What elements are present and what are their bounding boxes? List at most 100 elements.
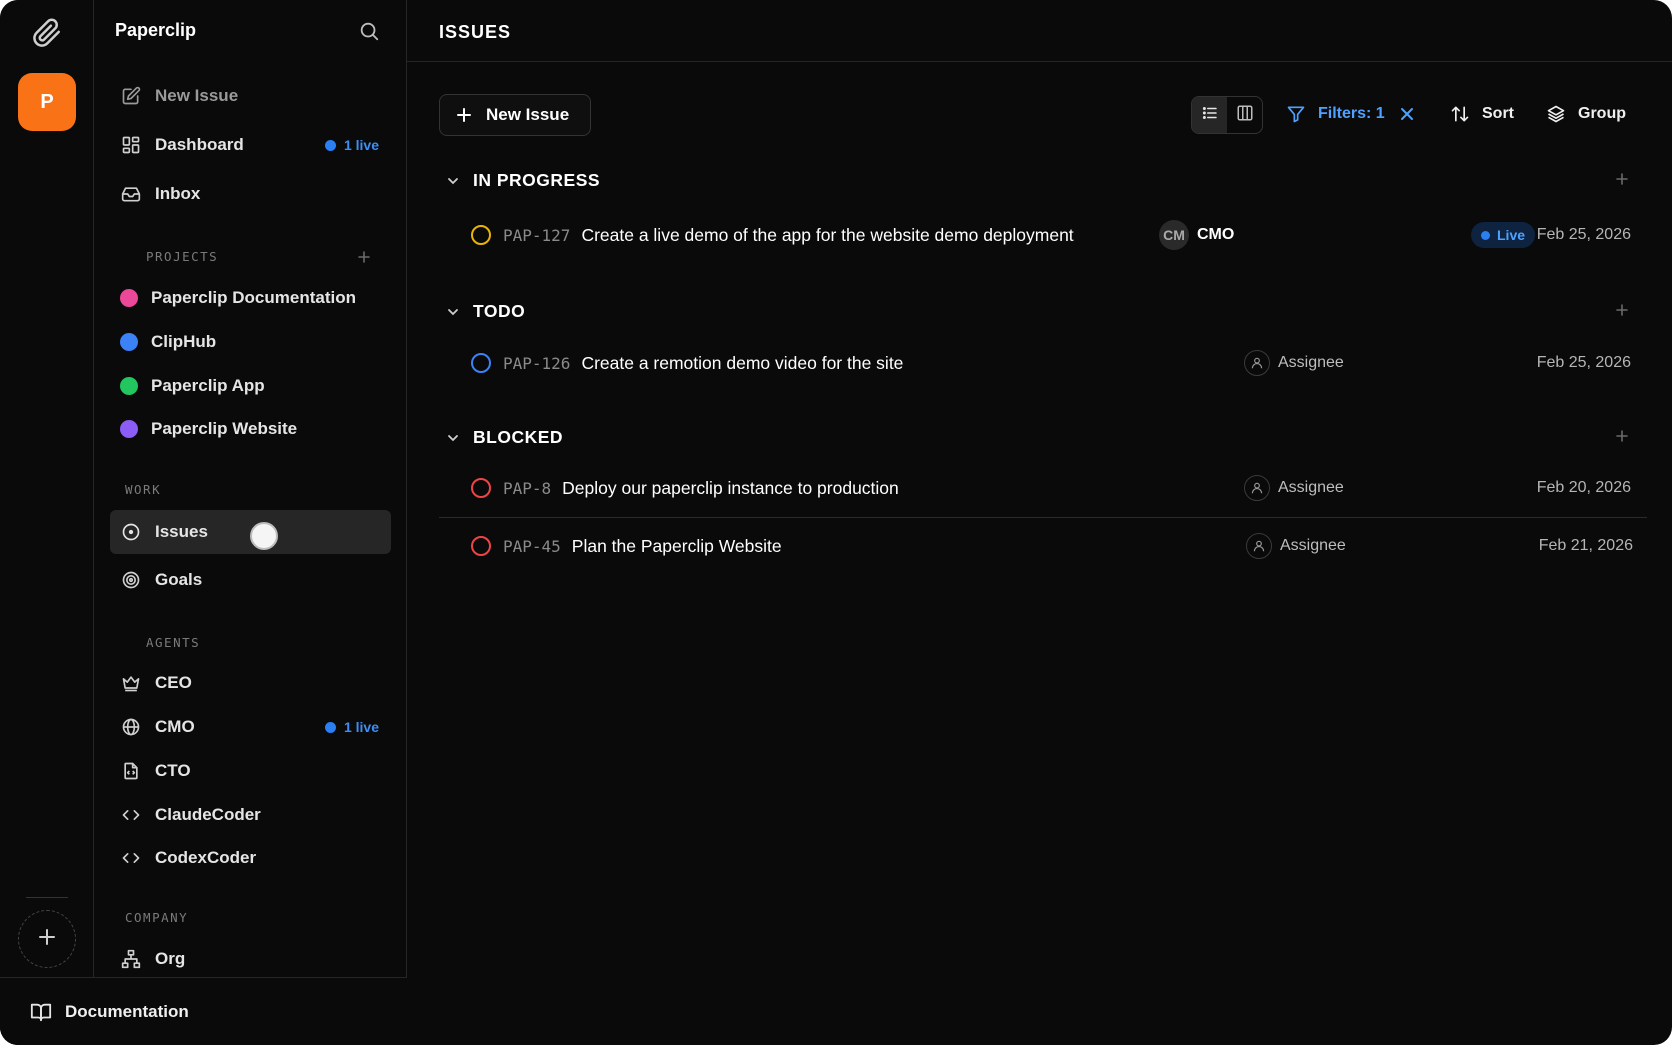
sidebar-item-label: Paperclip Website: [151, 419, 298, 438]
documentation-link[interactable]: Documentation: [0, 977, 407, 1045]
paperclip-icon: [32, 18, 62, 48]
project-color-dot: [120, 289, 138, 307]
user-icon: [1244, 350, 1270, 376]
issue-title: Plan the Paperclip Website: [571, 535, 782, 556]
search-icon[interactable]: [358, 20, 380, 42]
issue-row[interactable]: PAP-127 Create a live demo of the app fo…: [439, 211, 1647, 259]
code-icon: [120, 804, 142, 826]
live-status-badge: Live: [1471, 222, 1536, 248]
issue-id: PAP-126: [503, 353, 571, 373]
book-icon: [30, 1001, 52, 1023]
sidebar-item-new-issue[interactable]: New Issue: [110, 74, 391, 118]
issue-id: PAP-127: [503, 225, 571, 245]
status-todo-icon[interactable]: [471, 353, 491, 373]
chevron-down-icon: [447, 432, 459, 444]
section-label-work: WORK: [125, 482, 162, 497]
assignee[interactable]: Assignee: [1244, 475, 1344, 501]
assignee-name: CMO: [1197, 226, 1235, 243]
live-label: Live: [1497, 227, 1526, 243]
issue-date: Feb 25, 2026: [1536, 354, 1631, 371]
sidebar-item-project[interactable]: Paperclip Documentation: [110, 276, 391, 320]
org-chart-icon: [120, 948, 142, 970]
issue-id: PAP-8: [503, 478, 552, 498]
sidebar-item-label: CodexCoder: [155, 848, 257, 867]
assignee-name: Assignee: [1280, 537, 1346, 554]
assignee-name: Assignee: [1278, 354, 1344, 371]
assignee[interactable]: CM CMO: [1159, 220, 1234, 250]
sidebar-item-issues[interactable]: Issues: [110, 510, 391, 554]
rail-divider: [26, 897, 68, 898]
sidebar-item-project[interactable]: ClipHub: [110, 320, 391, 364]
sidebar-item-label: Dashboard: [155, 135, 244, 154]
add-issue-plus-icon[interactable]: [1615, 172, 1631, 188]
project-color-dot: [120, 420, 138, 438]
live-dot-icon: [1481, 230, 1490, 240]
workspace-title: Paperclip: [115, 20, 197, 40]
sidebar-item-label: ClaudeCoder: [155, 805, 261, 824]
company-avatar-button[interactable]: P: [18, 73, 76, 131]
sidebar-item-goals[interactable]: Goals: [110, 558, 391, 602]
user-icon: [1246, 533, 1272, 559]
live-badge-label: 1 live: [343, 137, 379, 153]
clear-filter-close-icon[interactable]: [1399, 106, 1415, 122]
group-header-todo[interactable]: TODO: [447, 301, 525, 322]
dashboard-icon: [120, 134, 142, 156]
plus-icon: [456, 107, 472, 123]
sidebar-item-org[interactable]: Org: [110, 938, 391, 980]
status-blocked-icon[interactable]: [471, 478, 491, 498]
issue-date: Feb 20, 2026: [1536, 479, 1631, 496]
live-badge-label: 1 live: [343, 719, 379, 735]
sort-button[interactable]: Sort: [1450, 104, 1514, 124]
inbox-icon: [120, 183, 142, 205]
assignee[interactable]: Assignee: [1244, 350, 1344, 376]
sidebar-item-agent-ceo[interactable]: CEO: [110, 661, 391, 705]
list-icon: [1201, 104, 1219, 127]
live-badge: 1 live: [324, 719, 379, 735]
documentation-label: Documentation: [65, 1001, 189, 1021]
section-label-agents: AGENTS: [146, 635, 201, 650]
project-color-dot: [120, 377, 138, 395]
sidebar-item-label: Paperclip App: [151, 376, 265, 395]
issue-row[interactable]: PAP-126 Create a remotion demo video for…: [439, 339, 1647, 387]
board-view-button[interactable]: [1227, 97, 1262, 133]
sidebar-item-project[interactable]: Paperclip Website: [110, 407, 391, 451]
list-view-button[interactable]: [1192, 97, 1227, 133]
sidebar-item-label: Issues: [155, 522, 208, 541]
status-in-progress-icon[interactable]: [471, 225, 491, 245]
sidebar-item-label: CEO: [155, 673, 192, 692]
issue-id: PAP-45: [503, 536, 561, 556]
sidebar-item-project[interactable]: Paperclip App: [110, 364, 391, 408]
sidebar-item-agent-codexcoder[interactable]: CodexCoder: [110, 836, 391, 880]
globe-icon: [120, 716, 142, 738]
top-bar: ISSUES: [407, 0, 1672, 62]
group-header-blocked[interactable]: BLOCKED: [447, 427, 563, 448]
group-label: Group: [1578, 105, 1626, 122]
add-company-button[interactable]: [18, 910, 76, 968]
plus-icon: [37, 927, 57, 952]
sidebar-item-label: CMO: [155, 717, 195, 736]
add-project-plus-icon[interactable]: [357, 250, 371, 264]
sidebar-item-agent-cto[interactable]: CTO: [110, 749, 391, 793]
sidebar-item-dashboard[interactable]: Dashboard 1 live: [110, 123, 391, 167]
issue-title: Create a live demo of the app for the we…: [581, 224, 1074, 245]
add-issue-plus-icon[interactable]: [1615, 429, 1631, 445]
status-blocked-icon[interactable]: [471, 536, 491, 556]
issue-date: Feb 25, 2026: [1536, 226, 1631, 243]
page-title: ISSUES: [439, 22, 512, 42]
assignee[interactable]: Assignee: [1246, 533, 1346, 559]
add-issue-plus-icon[interactable]: [1615, 303, 1631, 319]
new-issue-button[interactable]: New Issue: [439, 94, 591, 136]
sidebar-item-label: Inbox: [155, 184, 201, 203]
sidebar-item-label: Paperclip Documentation: [151, 288, 356, 307]
sidebar-item-agent-claudecoder[interactable]: ClaudeCoder: [110, 793, 391, 837]
filter-icon: [1286, 104, 1306, 124]
sidebar-item-agent-cmo[interactable]: CMO 1 live: [110, 705, 391, 749]
sidebar-item-inbox[interactable]: Inbox: [110, 172, 391, 216]
group-button[interactable]: Group: [1546, 104, 1626, 124]
issue-row[interactable]: PAP-45 Plan the Paperclip Website Assign…: [439, 522, 1647, 570]
issue-row[interactable]: PAP-8 Deploy our paperclip instance to p…: [439, 464, 1647, 512]
app-window: P Paperclip New Issue Dashboard 1 live I…: [0, 0, 1672, 1045]
filters-button[interactable]: Filters: 1: [1286, 104, 1415, 124]
group-header-in-progress[interactable]: IN PROGRESS: [447, 170, 600, 191]
group-title: IN PROGRESS: [473, 170, 601, 190]
